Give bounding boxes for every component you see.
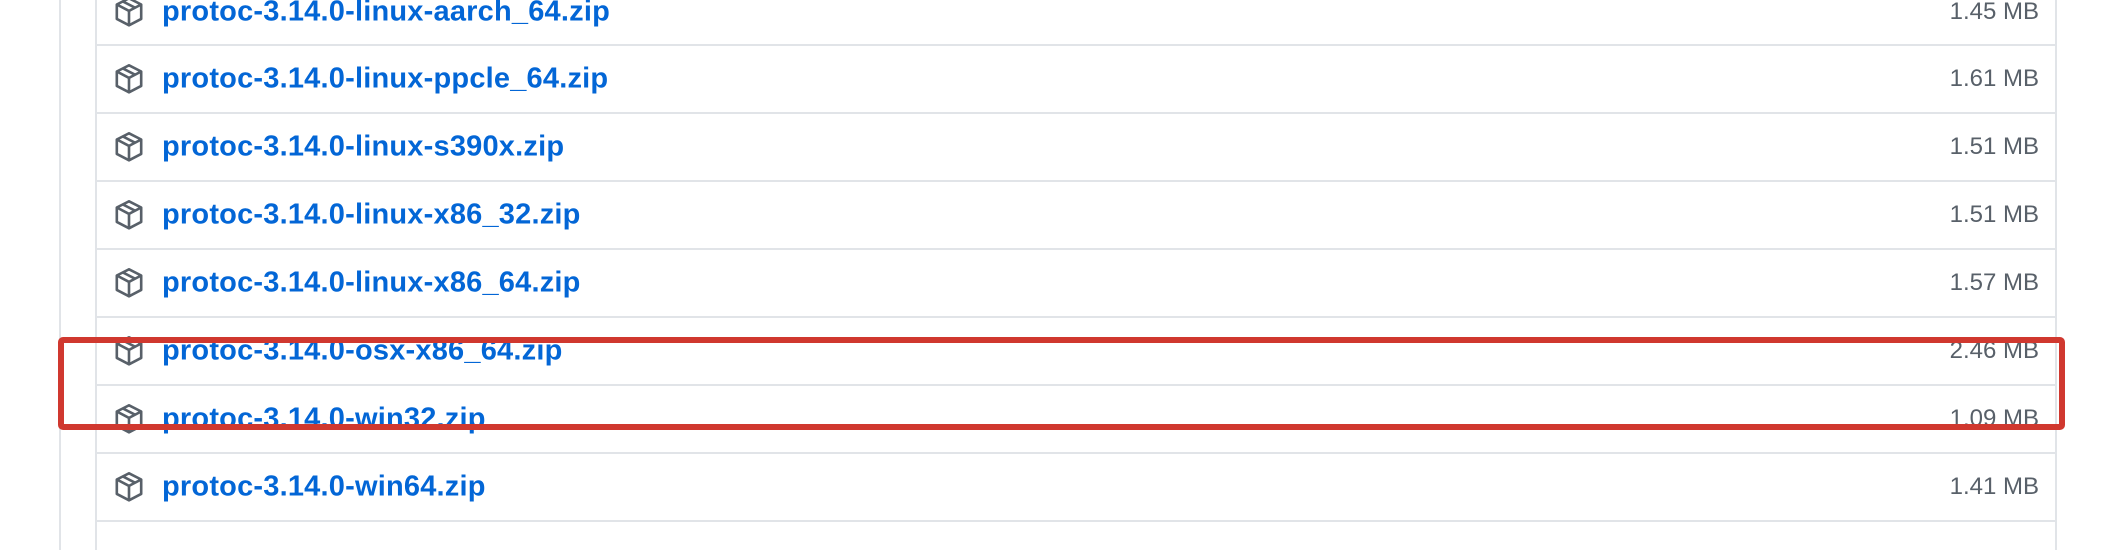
package-icon xyxy=(114,0,144,28)
asset-download-link[interactable]: protoc-3.14.0-linux-x86_32.zip xyxy=(162,199,581,232)
asset-size: 1.41 MB xyxy=(1949,473,2039,500)
asset-download-link[interactable]: protoc-3.14.0-linux-aarch_64.zip xyxy=(162,0,610,29)
package-icon xyxy=(114,199,144,231)
page-left-border xyxy=(59,0,61,550)
asset-download-link[interactable]: protoc-3.14.0-linux-x86_64.zip xyxy=(162,267,581,300)
asset-download-link[interactable]: protoc-3.14.0-linux-s390x.zip xyxy=(162,131,564,164)
asset-size: 1.57 MB xyxy=(1949,269,2039,296)
release-assets-page: protoc-3.14.0-linux-aarch_64.zip 1.45 MB… xyxy=(0,0,2106,550)
asset-size: 1.61 MB xyxy=(1949,65,2039,92)
asset-row: protoc-3.14.0-linux-s390x.zip 1.51 MB xyxy=(97,114,2055,182)
package-icon xyxy=(114,403,144,435)
assets-list: protoc-3.14.0-linux-aarch_64.zip 1.45 MB… xyxy=(95,0,2057,550)
asset-size: 1.09 MB xyxy=(1949,405,2039,432)
asset-download-link[interactable]: protoc-3.14.0-linux-ppcle_64.zip xyxy=(162,63,608,96)
asset-size: 1.51 MB xyxy=(1949,201,2039,228)
asset-row: protoc-3.14.0-linux-aarch_64.zip 1.45 MB xyxy=(97,0,2055,46)
package-icon xyxy=(114,335,144,367)
asset-size: 1.51 MB xyxy=(1949,133,2039,160)
asset-row: protoc-3.14.0-win32.zip 1.09 MB xyxy=(97,386,2055,454)
package-icon xyxy=(114,131,144,163)
asset-row: protoc-3.14.0-linux-x86_32.zip 1.51 MB xyxy=(97,182,2055,250)
asset-row: protoc-3.14.0-linux-ppcle_64.zip 1.61 MB xyxy=(97,46,2055,114)
package-icon xyxy=(114,63,144,95)
asset-download-link[interactable]: protoc-3.14.0-win32.zip xyxy=(162,403,486,436)
package-icon xyxy=(114,267,144,299)
asset-download-link[interactable]: protoc-3.14.0-win64.zip xyxy=(162,471,486,504)
asset-size: 1.45 MB xyxy=(1949,0,2039,25)
asset-row-highlighted: protoc-3.14.0-osx-x86_64.zip 2.46 MB xyxy=(97,318,2055,386)
package-icon xyxy=(114,471,144,503)
asset-row: protoc-3.14.0-win64.zip 1.41 MB xyxy=(97,454,2055,522)
asset-download-link[interactable]: protoc-3.14.0-osx-x86_64.zip xyxy=(162,335,562,368)
asset-size: 2.46 MB xyxy=(1949,337,2039,364)
asset-row: protoc-3.14.0-linux-x86_64.zip 1.57 MB xyxy=(97,250,2055,318)
